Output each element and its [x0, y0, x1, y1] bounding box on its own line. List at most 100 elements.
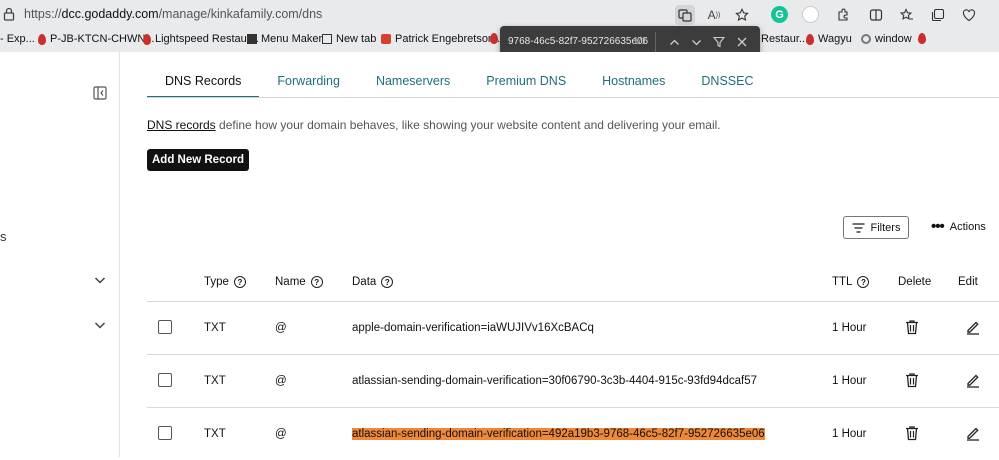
sidebar: s: [0, 52, 120, 457]
actions-menu-button[interactable]: ••• Actions: [931, 218, 986, 235]
row-checkbox[interactable]: [158, 373, 172, 387]
pencil-icon[interactable]: [965, 372, 981, 388]
trash-icon[interactable]: [904, 372, 920, 388]
read-aloud-icon[interactable]: A)): [704, 5, 724, 25]
column-header-label: Edit: [958, 276, 978, 288]
chevron-down-icon[interactable]: [93, 318, 107, 332]
find-filter-button[interactable]: [710, 33, 728, 51]
bookmark-label: Restaur...: [761, 33, 809, 45]
lock-icon[interactable]: [3, 7, 15, 21]
favorite-star-icon[interactable]: [732, 5, 752, 25]
tab-premium-dns[interactable]: Premium DNS: [468, 72, 584, 98]
column-header-ttl[interactable]: TTL ?: [832, 276, 870, 288]
dns-tabs: DNS Records Forwarding Nameservers Premi…: [147, 72, 771, 99]
table-row[interactable]: TXT @ apple-domain-verification=iaWUJIVv…: [147, 301, 999, 354]
record-type: TXT: [204, 375, 226, 387]
bookmark-item[interactable]: Patrick Engebretson...: [381, 33, 503, 45]
filters-button[interactable]: Filters: [843, 216, 909, 239]
bookmark-label: Patrick Engebretson...: [395, 33, 504, 45]
record-ttl: 1 Hour: [832, 375, 867, 387]
sidebar-truncated-text: s: [0, 229, 7, 244]
add-new-record-button[interactable]: Add New Record: [147, 149, 249, 171]
table-header: Type ? Name ? Data ? TTL ? Delete Edit: [147, 271, 999, 301]
bookmark-label: - Exp...: [0, 33, 35, 45]
tab-nameservers[interactable]: Nameservers: [358, 72, 468, 98]
dns-records-link[interactable]: DNS records: [147, 118, 216, 132]
bookmark-item[interactable]: [918, 33, 926, 44]
bookmark-item[interactable]: Wagyu: [806, 33, 852, 45]
grammarly-icon[interactable]: G: [771, 6, 788, 23]
record-name: @: [275, 322, 287, 334]
find-next-button[interactable]: [687, 33, 705, 51]
help-icon[interactable]: ?: [310, 276, 323, 288]
column-header-name[interactable]: Name ?: [275, 276, 323, 288]
url-text[interactable]: https://dcc.godaddy.com/manage/kinkafami…: [24, 7, 322, 21]
url-scheme: https://: [24, 7, 62, 21]
bookmark-item[interactable]: Menu Maker: [247, 33, 322, 45]
collections-icon[interactable]: [928, 5, 948, 25]
column-header-label: Data: [352, 276, 377, 288]
filter-lines-icon: [852, 222, 865, 233]
column-header-label: TTL: [832, 276, 853, 288]
bookmark-item[interactable]: New tab: [322, 33, 376, 45]
record-data: atlassian-sending-domain-verification=30…: [352, 375, 758, 387]
tab-forwarding[interactable]: Forwarding: [259, 72, 358, 98]
column-header-type[interactable]: Type ?: [204, 276, 246, 288]
bookmark-label: window: [875, 33, 912, 45]
record-ttl: 1 Hour: [832, 322, 867, 334]
row-checkbox[interactable]: [158, 426, 172, 440]
profile-avatar[interactable]: [802, 6, 819, 23]
column-header-label: Type: [204, 276, 229, 288]
trash-icon[interactable]: [904, 425, 920, 441]
row-checkbox[interactable]: [158, 320, 172, 334]
tab-hostnames[interactable]: Hostnames: [584, 72, 683, 98]
find-input[interactable]: 9768-46c5-82f7-952726635e06: [508, 36, 648, 47]
dns-description: DNS records define how your domain behav…: [147, 118, 721, 132]
tab-dnssec[interactable]: DNSSEC: [683, 72, 771, 98]
chevron-down-icon[interactable]: [93, 273, 107, 287]
bookmark-item[interactable]: Restaur...: [761, 33, 808, 45]
bookmark-favicon-icon: [247, 34, 257, 44]
table-row[interactable]: TXT @ atlassian-sending-domain-verificat…: [147, 407, 999, 460]
dns-description-text: define how your domain behaves, like sho…: [215, 118, 721, 132]
bookmark-label: P-JB-KTCN-CHWN...: [50, 33, 155, 45]
help-icon[interactable]: ?: [857, 276, 870, 288]
tab-dns-records[interactable]: DNS Records: [147, 72, 260, 98]
bookmark-favicon-icon: [143, 33, 151, 45]
record-ttl: 1 Hour: [832, 428, 867, 440]
bookmark-item[interactable]: P-JB-KTCN-CHWN...: [38, 33, 155, 45]
bookmark-item[interactable]: [490, 33, 498, 44]
record-type: TXT: [204, 322, 226, 334]
trash-icon[interactable]: [904, 319, 920, 335]
bookmark-favicon-icon: [38, 33, 46, 45]
filters-label: Filters: [870, 221, 901, 234]
url-path: /manage/kinkafamily.com/dns: [158, 7, 323, 21]
bookmark-favicon-icon: [806, 33, 814, 45]
help-icon[interactable]: ?: [381, 276, 394, 288]
record-data-find-match: atlassian-sending-domain-verification=49…: [352, 428, 765, 440]
more-dots-icon: •••: [931, 218, 945, 235]
extensions-icon[interactable]: [833, 5, 853, 25]
help-icon[interactable]: ?: [233, 276, 246, 288]
bookmark-item[interactable]: - Exp...: [0, 33, 35, 45]
find-previous-button[interactable]: [665, 33, 683, 51]
column-header-label: Name: [275, 276, 306, 288]
url-host: dcc.godaddy.com: [61, 7, 159, 21]
pencil-icon[interactable]: [965, 425, 981, 441]
find-match-count: 1/1: [633, 36, 647, 47]
translate-icon[interactable]: [675, 5, 695, 25]
bookmark-label: New tab: [336, 33, 377, 45]
favorites-icon[interactable]: [897, 5, 917, 25]
find-close-button[interactable]: [733, 33, 751, 51]
split-screen-icon[interactable]: [866, 5, 886, 25]
bookmark-item[interactable]: Lightspeed Restaur...: [143, 33, 259, 45]
table-row[interactable]: TXT @ atlassian-sending-domain-verificat…: [147, 354, 999, 407]
pencil-icon[interactable]: [965, 319, 981, 335]
bookmark-item[interactable]: window: [861, 33, 912, 45]
record-data: apple-domain-verification=iaWUJIVv16XcBA…: [352, 322, 594, 334]
address-bar[interactable]: https://dcc.godaddy.com/manage/kinkafami…: [0, 0, 999, 29]
collapse-sidebar-icon[interactable]: [93, 86, 107, 100]
browser-essentials-icon[interactable]: [959, 5, 979, 25]
column-header-data[interactable]: Data ?: [352, 276, 394, 288]
bookmark-favicon-icon: [490, 33, 498, 44]
